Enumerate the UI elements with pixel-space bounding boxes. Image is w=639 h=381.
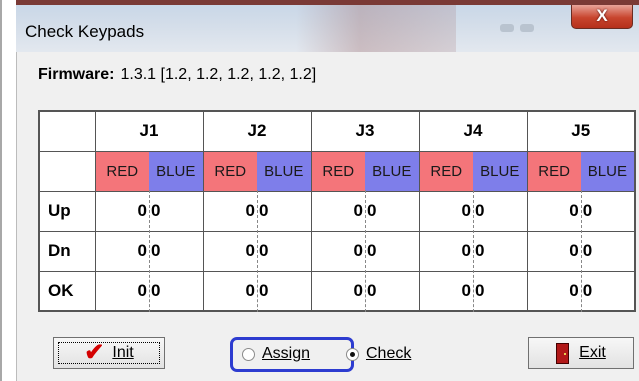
value-cell: 00 bbox=[310, 229, 420, 273]
exit-button-label: Exit bbox=[579, 344, 606, 361]
blue-value: 0 bbox=[582, 201, 593, 220]
title-bar-glass bbox=[296, 5, 456, 52]
red-value: 0 bbox=[461, 201, 471, 220]
column-header-j4: J4 bbox=[418, 110, 528, 152]
value-cell: 00 bbox=[526, 269, 636, 312]
color-row: RED BLUE RED BLUE RED BLUE RED BLUE RED BLUE bbox=[38, 150, 636, 192]
corner-cell bbox=[38, 110, 96, 152]
init-button[interactable]: ✔ Init bbox=[53, 337, 165, 369]
color-cell-j3: RED BLUE bbox=[310, 150, 420, 192]
window-title: Check Keypads bbox=[25, 22, 145, 41]
radio-unchecked-icon bbox=[242, 347, 255, 361]
check-radio-label: Check bbox=[366, 345, 412, 362]
close-icon: X bbox=[596, 6, 608, 25]
red-label: RED bbox=[527, 151, 581, 191]
blue-value: 0 bbox=[367, 280, 377, 300]
value-cell: 00 bbox=[418, 269, 528, 312]
red-value: 0 bbox=[137, 201, 147, 220]
left-window-border bbox=[0, 0, 2, 381]
keypad-table: J1 J2 J3 J4 J5 RED BLUE RED BLUE RED BLUE R… bbox=[38, 110, 636, 312]
value-cell: 00 bbox=[526, 189, 636, 233]
red-value: 0 bbox=[245, 241, 255, 260]
blue-label: BLUE bbox=[580, 151, 634, 191]
assign-radio-label: Assign bbox=[262, 345, 311, 362]
table-row-up: Up 00 00 00 00 00 bbox=[38, 189, 636, 233]
firmware-label: Firmware: bbox=[38, 66, 115, 83]
blue-value: 0 bbox=[475, 280, 485, 300]
red-label: RED bbox=[419, 151, 473, 191]
blue-value: 0 bbox=[151, 241, 161, 260]
value-cell: 00 bbox=[202, 229, 312, 273]
value-cell: 00 bbox=[418, 189, 528, 233]
value-cell: 00 bbox=[202, 189, 312, 233]
blue-label: BLUE bbox=[149, 151, 203, 191]
red-value: 0 bbox=[461, 280, 471, 300]
red-value: 0 bbox=[137, 280, 147, 300]
blue-value: 0 bbox=[259, 280, 269, 300]
blue-value: 0 bbox=[367, 241, 377, 260]
title-bar[interactable]: Check Keypads X bbox=[16, 0, 639, 52]
red-label: RED bbox=[95, 151, 149, 191]
blue-label: BLUE bbox=[365, 151, 419, 191]
blue-value: 0 bbox=[259, 201, 269, 220]
red-value: 0 bbox=[353, 280, 363, 300]
firmware-info: Firmware: 1.3.1 [1.2, 1.2, 1.2, 1.2, 1.2] bbox=[38, 66, 316, 84]
red-value: 0 bbox=[353, 201, 363, 220]
red-value: 0 bbox=[569, 241, 579, 260]
color-cell-j4: RED BLUE bbox=[418, 150, 528, 192]
red-label: RED bbox=[311, 151, 365, 191]
blue-value: 0 bbox=[151, 201, 161, 220]
red-value: 0 bbox=[569, 201, 579, 220]
column-header-j2: J2 bbox=[202, 110, 312, 152]
exit-door-icon bbox=[556, 342, 570, 364]
red-value: 0 bbox=[461, 241, 471, 260]
column-header-j5: J5 bbox=[526, 110, 636, 152]
exit-button[interactable]: Exit bbox=[528, 337, 634, 369]
value-cell: 00 bbox=[526, 229, 636, 273]
focus-rectangle bbox=[58, 342, 160, 364]
blue-value: 0 bbox=[475, 201, 485, 220]
blurred-title-buttons bbox=[500, 19, 560, 32]
table-row-ok: OK 00 00 00 00 00 bbox=[38, 269, 636, 312]
value-cell: 00 bbox=[418, 229, 528, 273]
red-value: 0 bbox=[353, 241, 363, 260]
color-cell-j5: RED BLUE bbox=[526, 150, 636, 192]
value-cell: 00 bbox=[310, 189, 420, 233]
blue-value: 0 bbox=[582, 241, 593, 260]
blue-label: BLUE bbox=[257, 151, 311, 191]
row-label-ok: OK bbox=[38, 270, 96, 312]
blue-value: 0 bbox=[259, 241, 269, 260]
red-value: 0 bbox=[245, 201, 255, 220]
blue-value: 0 bbox=[475, 241, 485, 260]
value-cell: 00 bbox=[94, 229, 204, 273]
row-label-up: Up bbox=[38, 190, 96, 232]
color-cell-j1: RED BLUE bbox=[94, 150, 204, 192]
table-row-dn: Dn 00 00 00 00 00 bbox=[38, 229, 636, 273]
blue-value: 0 bbox=[582, 280, 593, 300]
check-keypads-dialog: Check Keypads X Firmware: 1.3.1 [1.2, 1.2… bbox=[16, 0, 639, 381]
close-button[interactable]: X bbox=[571, 5, 633, 29]
column-header-j1: J1 bbox=[94, 110, 204, 152]
blue-value: 0 bbox=[151, 280, 161, 300]
red-value: 0 bbox=[245, 280, 255, 300]
value-cell: 00 bbox=[94, 189, 204, 233]
blue-label: BLUE bbox=[473, 151, 527, 191]
red-label: RED bbox=[203, 151, 257, 191]
value-cell: 00 bbox=[310, 269, 420, 312]
check-radio[interactable]: Check bbox=[346, 345, 411, 363]
firmware-value: 1.3.1 [1.2, 1.2, 1.2, 1.2, 1.2] bbox=[120, 66, 317, 83]
value-cell: 00 bbox=[202, 269, 312, 312]
column-header-j3: J3 bbox=[310, 110, 420, 152]
color-row-label bbox=[38, 150, 96, 192]
radio-checked-icon bbox=[346, 347, 359, 361]
color-cell-j2: RED BLUE bbox=[202, 150, 312, 192]
blue-value: 0 bbox=[367, 201, 377, 220]
row-label-dn: Dn bbox=[38, 230, 96, 272]
assign-radio[interactable]: Assign bbox=[242, 345, 310, 363]
value-cell: 00 bbox=[94, 269, 204, 312]
header-row: J1 J2 J3 J4 J5 bbox=[38, 110, 636, 152]
red-value: 0 bbox=[137, 241, 147, 260]
red-value: 0 bbox=[569, 280, 579, 300]
